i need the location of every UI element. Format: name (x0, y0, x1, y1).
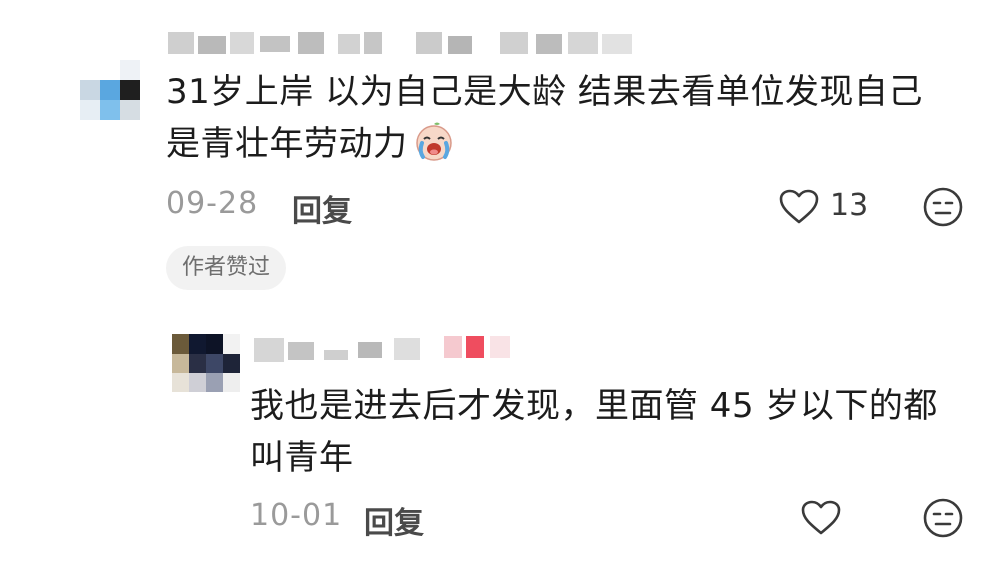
reply-text-line: 叫青年 (250, 438, 354, 478)
dislike-face-icon[interactable] (922, 497, 964, 539)
reply-text-line: 我也是进去后才发现，里面管 45 岁以下的都 (250, 386, 938, 426)
comment-text-line: 是青壮年劳动力 (166, 118, 923, 170)
comment-date: 09-28 (166, 186, 259, 221)
crying-face-icon (412, 119, 456, 163)
reply-button[interactable]: 回复 (292, 186, 352, 230)
like-count: 13 (830, 188, 869, 223)
heart-icon[interactable] (778, 188, 820, 226)
author-liked-badge: 作者赞过 (166, 246, 287, 290)
reply-reply-button[interactable]: 回复 (364, 498, 424, 542)
heart-icon[interactable] (800, 499, 842, 537)
comment-text-line: 31岁上岸 以为自己是大龄 结果去看单位发现自己 (166, 72, 923, 112)
username[interactable] (168, 28, 638, 58)
reply-date: 10-01 (250, 498, 343, 533)
avatar[interactable] (80, 60, 140, 120)
reply-avatar[interactable] (172, 334, 240, 392)
comment-thread: 31岁上岸 以为自己是大龄 结果去看单位发现自己 是青壮年劳动力 09-28 回… (0, 0, 1000, 561)
dislike-face-icon[interactable] (922, 186, 964, 228)
reply-username[interactable] (254, 334, 534, 364)
reply-text: 我也是进去后才发现，里面管 45 岁以下的都 叫青年 (250, 380, 938, 484)
comment-text: 31岁上岸 以为自己是大龄 结果去看单位发现自己 是青壮年劳动力 (166, 66, 923, 170)
